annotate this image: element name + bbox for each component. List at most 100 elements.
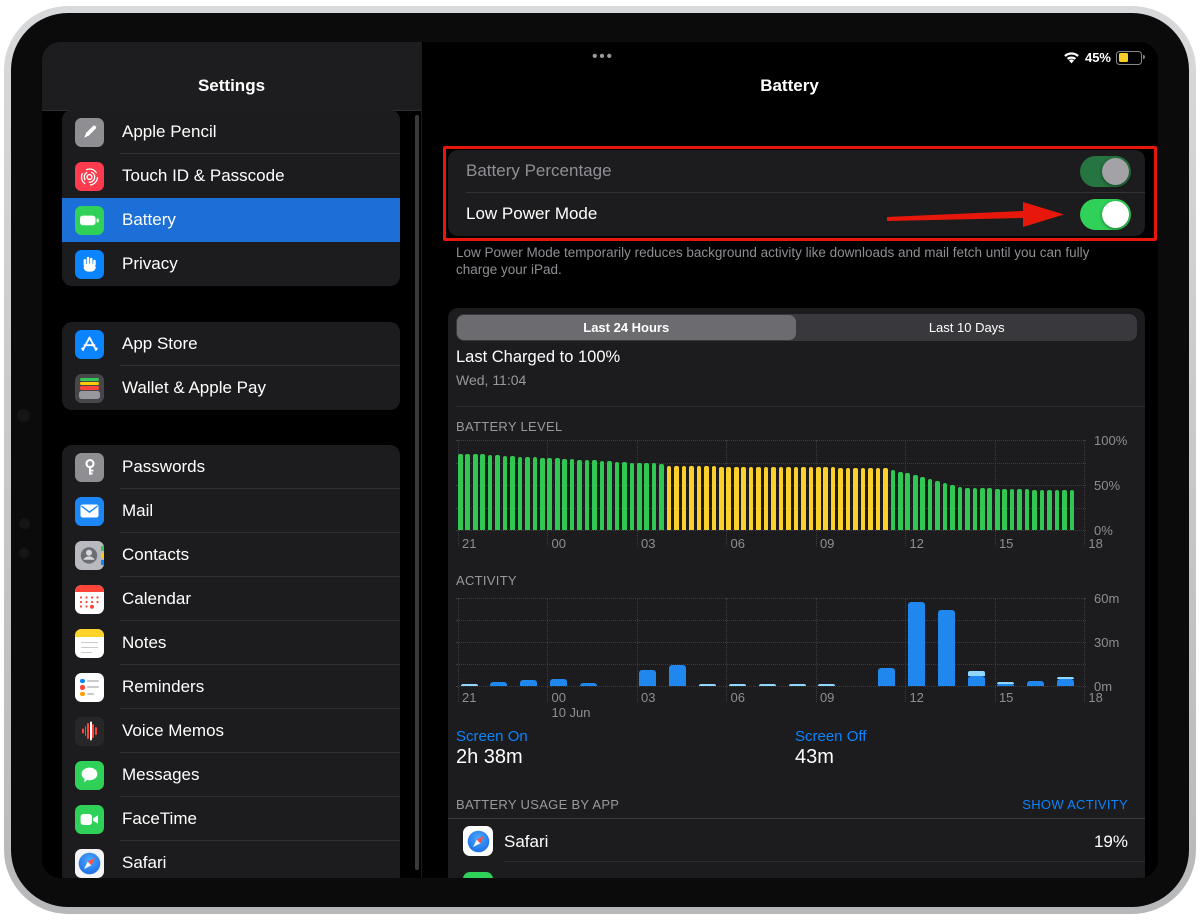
gridline (456, 440, 1086, 441)
multitask-indicator[interactable]: ••• (583, 48, 623, 65)
activity-bar-screen-off (699, 684, 717, 686)
battery-level-bar (696, 466, 702, 530)
screen-off-value: 43m (795, 746, 834, 768)
activity-bar-screen-on (907, 602, 925, 686)
activity-bar-screen-off (460, 683, 478, 686)
gridline (456, 642, 1086, 643)
battery-level-bar (726, 466, 732, 530)
sidebar-item-privacy[interactable]: Privacy (62, 242, 400, 286)
x-tick-label: 15 (998, 536, 1014, 551)
battery-level-bar (554, 458, 560, 530)
battery-level-bar (577, 459, 582, 530)
battery-level-bar (778, 467, 784, 530)
appstore-icon (75, 329, 104, 359)
battery-level-bar (957, 486, 963, 530)
battery-level-bar (502, 455, 508, 530)
x-tick-label: 15 (998, 690, 1014, 705)
setting-row-battery-percentage: Battery Percentage (448, 150, 1145, 193)
sidebar-item-messages[interactable]: Messages (62, 753, 400, 797)
sidebar-item-reminders[interactable]: Reminders (62, 665, 400, 709)
sidebar-item-label: Touch ID & Passcode (122, 166, 285, 185)
activity-bar-screen-off (818, 684, 836, 686)
battery-level-chart-title: BATTERY LEVEL (456, 419, 563, 434)
battery-level-bar (532, 457, 538, 530)
gridline (1084, 440, 1086, 546)
sidebar-item-calendar[interactable]: Calendar (62, 577, 400, 621)
sidebar-item-voice-memos[interactable]: Voice Memos (62, 709, 400, 753)
battery-level-bar (994, 488, 1000, 530)
usage-app-name[interactable]: Safari (504, 832, 548, 852)
sidebar-item-label: Notes (122, 633, 167, 652)
screen-off-label[interactable]: Screen Off (795, 728, 866, 745)
sidebar-item-battery[interactable]: Battery (62, 198, 400, 242)
low-power-mode-toggle[interactable] (1080, 199, 1131, 230)
activity-bar-screen-off (728, 684, 746, 686)
battery-level-bar (1017, 489, 1022, 530)
sidebar-item-passwords[interactable]: Passwords (62, 445, 400, 489)
activity-bar-screen-on (997, 683, 1015, 686)
wifi-icon (1063, 51, 1080, 64)
segment-last-24-hours[interactable]: Last 24 Hours (457, 315, 796, 340)
screen-on-label[interactable]: Screen On (456, 728, 528, 745)
gridline (456, 686, 1086, 687)
battery-level-bar (897, 471, 903, 530)
sidebar-group: Passwords Mail Contacts Calendar Notes Remind… (62, 445, 400, 878)
y-tick-label: 100% (1094, 433, 1128, 448)
battery-level-bar (681, 466, 687, 530)
sidebar-item-app-store[interactable]: App Store (62, 322, 400, 366)
sidebar-item-label: Mail (122, 501, 154, 520)
sidebar-item-label: Calendar (122, 589, 191, 608)
panel-divider (421, 42, 422, 878)
battery-level-bar (540, 457, 545, 530)
battery-level-bar (1062, 490, 1067, 530)
gridline (458, 598, 459, 702)
battery-level-chart[interactable]: 21 00 03 06 09 12 15 18 100% 50% 0% (456, 433, 1127, 551)
battery-level-bar (607, 461, 612, 530)
battery-level-bar (569, 459, 575, 530)
activity-bar-screen-on (1027, 680, 1045, 686)
x-tick-label: 21 (462, 690, 477, 705)
sidebar-item-label: Wallet & Apple Pay (122, 378, 266, 397)
battery-level-bar (711, 466, 717, 530)
battery-icon (75, 205, 104, 235)
x-tick-label: 00 (551, 536, 566, 551)
low-power-mode-description: Low Power Mode temporarily reduces backg… (456, 245, 1090, 277)
battery-level-bar (644, 462, 650, 530)
x-tick-label: 06 (730, 690, 745, 705)
sidebar-item-wallet-apple-pay[interactable]: Wallet & Apple Pay (62, 366, 400, 410)
activity-bar-screen-off (788, 684, 806, 686)
battery-percentage-toggle[interactable] (1080, 156, 1131, 187)
sidebar-item-mail[interactable]: Mail (62, 489, 400, 533)
battery-level-bar (636, 462, 642, 530)
battery-info-card: Last 24 Hours Last 10 Days (448, 308, 1145, 878)
y-tick-label: 60m (1094, 591, 1120, 606)
battery-level-bar (465, 453, 471, 530)
safari-app-icon (463, 826, 493, 856)
gridline (456, 620, 1086, 621)
segment-last-10-days[interactable]: Last 10 Days (798, 315, 1137, 340)
calendar-icon (75, 584, 104, 614)
usage-app-percent: 19% (1093, 832, 1128, 851)
sidebar-item-contacts[interactable]: Contacts (62, 533, 400, 577)
activity-bar-screen-off (997, 681, 1015, 684)
sidebar-item-apple-pencil[interactable]: Apple Pencil (62, 110, 400, 154)
sidebar-item-notes[interactable]: Notes (62, 621, 400, 665)
sidebar-scrollbar[interactable] (415, 115, 419, 870)
sidebar-item-touch-id-passcode[interactable]: Touch ID & Passcode (62, 154, 400, 198)
activity-chart[interactable]: 21 00 03 06 09 12 15 18 60m 30m 0m 10 Jun (456, 591, 1119, 720)
battery-level-bar (1047, 489, 1052, 530)
battery-level-bar (651, 463, 657, 530)
battery-level-bar (965, 487, 970, 530)
battery-level-bar (674, 466, 679, 530)
battery-level-bar (525, 457, 530, 530)
show-activity-button[interactable]: SHOW ACTIVITY (742, 797, 1128, 812)
sidebar-item-safari[interactable]: Safari (62, 841, 400, 878)
page-title: Battery (760, 76, 819, 95)
battery-level-bar (1039, 489, 1045, 530)
x-tick-label: 03 (640, 690, 656, 705)
activity-bar-screen-on (967, 675, 985, 686)
battery-level-bar (614, 461, 620, 530)
battery-level-bar (920, 477, 925, 530)
sidebar-item-facetime[interactable]: FaceTime (62, 797, 400, 841)
setting-label: Battery Percentage (466, 161, 612, 180)
